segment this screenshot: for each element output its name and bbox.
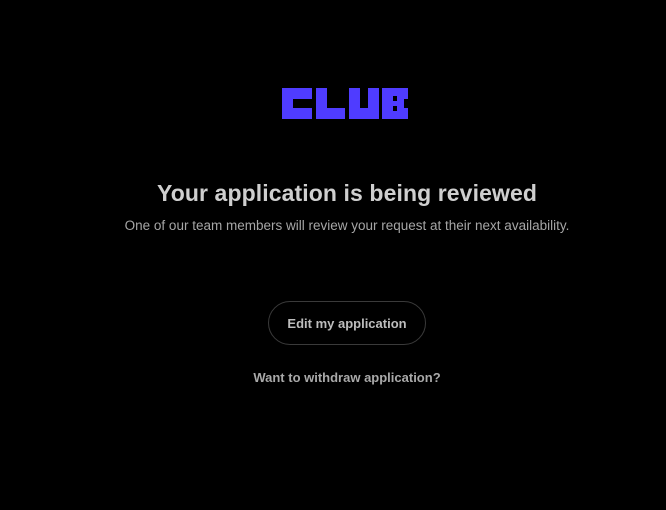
- review-status-page: Your application is being reviewed One o…: [0, 0, 666, 510]
- page-title: Your application is being reviewed: [156, 180, 537, 206]
- club-logo-mark: [282, 88, 408, 119]
- status-message: One of our team members will review your…: [124, 218, 570, 233]
- withdraw-application-link[interactable]: Want to withdraw application?: [0, 370, 666, 385]
- edit-application-button[interactable]: Edit my application: [268, 301, 426, 345]
- club-logo: [282, 88, 412, 119]
